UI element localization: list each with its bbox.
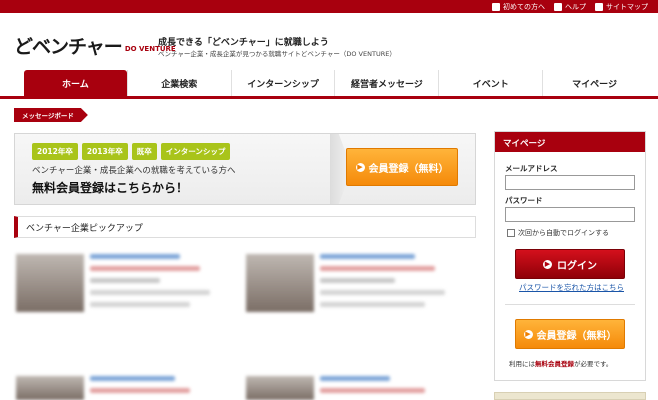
utility-link-first-time[interactable]: 初めての方へ	[492, 2, 545, 12]
pickup-card[interactable]	[16, 372, 226, 400]
site-tagline: 成長できる「どベンチャー」に就職しよう	[158, 38, 329, 48]
tag-2013: 2013年卒	[81, 143, 128, 160]
company-photo	[16, 254, 84, 312]
sidebar-next-panel	[494, 392, 646, 400]
pickup-card[interactable]	[16, 250, 226, 320]
password-label: パスワード	[505, 196, 543, 205]
sitemap-icon	[595, 2, 603, 11]
tag-graduated: 既卒	[131, 143, 157, 160]
site-subtagline: ベンチャー企業・成長企業が見つかる就職サイトどベンチャー（DO VENTURE）	[158, 50, 396, 58]
arrow-right-icon: ▶	[523, 329, 533, 339]
divider	[505, 304, 635, 305]
nav-home[interactable]: ホーム	[24, 70, 127, 96]
tag-2012: 2012年卒	[32, 143, 78, 160]
utility-link-help[interactable]: ヘルプ	[554, 2, 586, 12]
note-text: 利用には	[509, 360, 535, 368]
banner-register-button[interactable]: ▶ 会員登録（無料）	[346, 148, 458, 186]
utility-label: サイトマップ	[606, 2, 648, 11]
nav-executive-message[interactable]: 経営者メッセージ	[334, 70, 438, 96]
company-photo	[246, 254, 314, 312]
auto-login-option[interactable]: 次回から自動でログインする	[507, 228, 609, 238]
note-text: が必要です。	[574, 360, 613, 368]
sidebar-register-label: 会員登録（無料）	[536, 330, 617, 342]
banner-lead: ベンチャー企業・成長企業への就職を考えている方へ	[32, 166, 236, 176]
banner-register-label: 会員登録（無料）	[368, 163, 449, 175]
arrow-right-icon: ▶	[543, 259, 552, 269]
utility-label: 初めての方へ	[503, 2, 545, 11]
info-icon	[492, 2, 500, 11]
auto-login-label: 次回から自動でログインする	[518, 229, 609, 237]
utility-link-sitemap[interactable]: サイトマップ	[595, 2, 648, 12]
breadcrumb: メッセージボード	[14, 108, 88, 122]
pickup-card[interactable]	[246, 372, 466, 400]
login-button-label: ログイン	[557, 260, 597, 272]
mypage-login-panel: マイページ メールアドレス パスワード 次回から自動でログインする ▶ ログイン…	[494, 131, 646, 381]
email-field[interactable]	[505, 175, 635, 190]
tag-internship: インターンシップ	[160, 143, 231, 160]
site-logo[interactable]: どベンチャー DO VENTURE	[14, 27, 176, 57]
forgot-password-link[interactable]: パスワードを忘れた方はこちら	[519, 282, 624, 293]
pickup-card[interactable]	[246, 250, 466, 320]
nav-company-search[interactable]: 企業検索	[126, 70, 231, 96]
main-nav: ホーム 企業検索 インターンシップ 経営者メッセージ イベント マイページ	[14, 70, 646, 96]
email-label: メールアドレス	[505, 164, 558, 173]
nav-internship[interactable]: インターンシップ	[230, 70, 335, 96]
question-icon	[554, 2, 562, 11]
auto-login-checkbox[interactable]	[507, 229, 515, 237]
logo-text: どベンチャー	[14, 36, 123, 58]
nav-underline	[0, 96, 658, 99]
mypage-title: マイページ	[495, 132, 645, 152]
utility-nav: 初めての方へ ヘルプ サイトマップ	[492, 1, 648, 12]
login-button[interactable]: ▶ ログイン	[515, 249, 625, 279]
utility-label: ヘルプ	[565, 2, 586, 11]
pickup-heading: ベンチャー企業ピックアップ	[14, 216, 476, 238]
sidebar-register-button[interactable]: ▶ 会員登録（無料）	[515, 319, 625, 349]
banner-headline: 無料会員登録はこちらから！	[32, 181, 189, 195]
arrow-right-icon: ▶	[355, 162, 365, 172]
banner-tags: 2012年卒 2013年卒 既卒 インターンシップ	[32, 143, 231, 160]
nav-event[interactable]: イベント	[438, 70, 542, 96]
company-photo	[246, 376, 314, 400]
registration-banner: 2012年卒 2013年卒 既卒 インターンシップ ベンチャー企業・成長企業への…	[14, 133, 476, 205]
nav-mypage[interactable]: マイページ	[542, 70, 646, 96]
registration-note: 利用には無料会員登録が必要です。	[509, 358, 612, 368]
note-highlight: 無料会員登録	[535, 360, 574, 368]
pickup-heading-text: ベンチャー企業ピックアップ	[26, 223, 143, 234]
company-photo	[16, 376, 84, 400]
password-field[interactable]	[505, 207, 635, 222]
